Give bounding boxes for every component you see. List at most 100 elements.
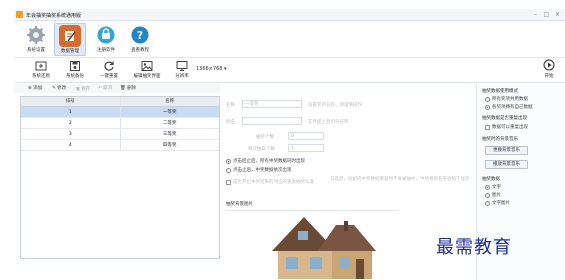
reveal-sequential-label: 点击止后，中奖数据依次出现 — [233, 168, 292, 173]
edit-button[interactable]: ✎ 修改 — [52, 85, 66, 91]
cell-number: 3 — [68, 132, 72, 137]
change-music-button[interactable]: 更换背景音乐 — [485, 146, 528, 155]
save-button[interactable]: 🖫 保存 — [76, 85, 90, 93]
play-icon — [543, 59, 555, 71]
radio-dot — [485, 200, 490, 206]
prize-table: 排号 名称 1 一等奖 2 二等奖 3 三等奖 4 四等奖 — [20, 96, 220, 259]
tab-label: 数据管理 — [61, 49, 79, 54]
repeat-rule-hint: 勾选后，同组内中奖数据重复时不会被抽中，中奖者的名字会如下显示 — [330, 177, 470, 182]
data-text-radio[interactable]: 文字 — [485, 184, 501, 190]
repeat-rule-checkbox[interactable]: 是否开启中奖结果的对应的重复抽奖标准 — [226, 179, 314, 185]
window-title: 年会抽奖抽奖系统通用版 — [26, 13, 82, 19]
duplicate-title: 抽奖数据是否重复出现 — [482, 116, 527, 121]
radio-dot — [485, 104, 490, 110]
background-image-title: 抽奖背景图片 — [226, 202, 253, 207]
per-draw-stepper[interactable]: 1 — [288, 144, 324, 152]
table-row[interactable]: 4 四等奖 — [21, 140, 219, 151]
watermark-text: 最需教育 — [436, 237, 512, 258]
mode-shared-label: 所有奖项共用数据 — [492, 97, 528, 102]
toolbar-label: 一键重置 — [100, 74, 118, 79]
radio-dot — [485, 184, 490, 190]
cancel-button[interactable]: ↶ 取消 — [98, 85, 112, 91]
alias-label: 别名 — [226, 120, 235, 125]
per-draw-label: 每次抽取个数 — [248, 147, 275, 152]
resolution-button[interactable]: 分辨率 — [170, 59, 194, 82]
toolbar-label: 分辨率 — [175, 74, 189, 79]
column-header-number[interactable]: 排号 — [21, 97, 120, 106]
table-header: 排号 名称 — [21, 97, 219, 107]
table-row[interactable]: 3 三等奖 — [21, 129, 219, 140]
name-hint: 设置奖项名称，请谨慎操作 — [308, 103, 362, 108]
help-icon: ? — [129, 24, 151, 46]
name-label: 名称 — [226, 103, 235, 108]
duplicate-label: 数据可以重复出现 — [492, 125, 528, 130]
add-button[interactable]: ⊕ 添加 — [28, 85, 42, 91]
cell-name: 一等奖 — [119, 107, 220, 117]
tab-label: 系统设置 — [27, 48, 45, 53]
play-music-button[interactable]: 播放背景音乐 — [485, 160, 528, 169]
tab-data-management[interactable]: 数据管理 — [54, 23, 86, 56]
alias-input[interactable] — [242, 117, 302, 125]
music-title: 抽奖时的背景音乐 — [482, 137, 518, 142]
title-bar: 年会抽奖抽奖系统通用版 – □ × — [14, 9, 565, 21]
delete-button[interactable]: 🗑 删除 — [120, 85, 136, 91]
close-button[interactable]: × — [554, 11, 561, 18]
data-type-title: 抽奖数据 — [482, 177, 500, 182]
checkbox-box — [226, 179, 231, 185]
radio-dot — [485, 192, 490, 198]
maximize-button[interactable]: □ — [543, 11, 550, 18]
toolbar-label: 编辑抽奖界面 — [133, 74, 161, 79]
table-empty-area — [21, 151, 219, 258]
cell-number: 4 — [68, 143, 72, 148]
resolution-select[interactable]: 1366×768 ▾ — [196, 66, 227, 72]
mode-own-radio[interactable]: 各奖项拥有自己数据 — [485, 104, 533, 110]
reset-button[interactable]: 一键重置 — [94, 59, 124, 82]
tab-label: 注册软件 — [97, 48, 115, 53]
tab-register[interactable]: 注册软件 — [90, 23, 122, 56]
register-icon — [95, 24, 117, 46]
reset-icon — [103, 60, 115, 72]
draw-count-stepper[interactable]: 0 — [288, 132, 324, 140]
tab-tutorial[interactable]: ? 查看教程 — [124, 23, 156, 56]
mode-shared-radio[interactable]: 所有奖项共用数据 — [485, 96, 528, 102]
name-input[interactable]: 一等奖 — [242, 100, 302, 108]
data-text-label: 文字 — [492, 185, 501, 190]
data-image-radio[interactable]: 图片 — [485, 192, 501, 198]
toolbar-label: 系统还原 — [32, 74, 50, 79]
cell-name: 二等奖 — [119, 118, 220, 128]
radio-dot — [226, 158, 231, 164]
tab-system-settings[interactable]: 系统设置 — [20, 23, 52, 56]
edit-draw-ui-button[interactable]: 编辑抽奖界面 — [128, 59, 166, 82]
radio-dot — [226, 167, 231, 173]
minimize-button[interactable]: – — [532, 11, 539, 18]
reveal-all-radio[interactable]: 点击后止后，所有中奖数据同时出现 — [226, 158, 305, 164]
table-row[interactable]: 2 二等奖 — [21, 118, 219, 129]
image-icon — [141, 60, 153, 72]
toolbar-label: 系统备份 — [66, 74, 84, 79]
toolbar: 系统还原 系统备份 一键重置 编辑抽奖界面 分辨率 1366×768 ▾ 开始 — [14, 58, 565, 83]
ribbon: 系统设置 数据管理 注册软件 ? 查看教程 — [14, 21, 565, 58]
cell-number: 1 — [68, 110, 72, 115]
restore-button[interactable]: 系统还原 — [26, 59, 56, 82]
alias-hint: 在界面上显示的名称 — [308, 120, 349, 125]
column-header-name[interactable]: 名称 — [119, 97, 220, 106]
reveal-sequential-radio[interactable]: 点击止后，中奖数据依次出现 — [226, 167, 292, 173]
mode-own-label: 各奖项拥有自己数据 — [492, 105, 533, 110]
house-preview-image — [226, 211, 398, 280]
backup-button[interactable]: 系统备份 — [60, 59, 90, 82]
gear-icon — [25, 24, 47, 46]
tab-label: 查看教程 — [131, 48, 149, 53]
data-text-image-label: 文字图片 — [492, 201, 510, 206]
background-image-area[interactable] — [226, 210, 398, 280]
cell-name: 三等奖 — [119, 129, 220, 139]
radio-dot — [485, 96, 490, 102]
checkbox-box — [485, 124, 490, 130]
cell-name: 四等奖 — [119, 140, 220, 150]
reveal-all-label: 点击后止后，所有中奖数据同时出现 — [233, 159, 305, 164]
duplicate-checkbox[interactable]: 数据可以重复出现 — [485, 124, 528, 130]
data-text-image-radio[interactable]: 文字图片 — [485, 200, 510, 206]
table-row[interactable]: 1 一等奖 — [21, 107, 219, 118]
restore-icon — [35, 60, 47, 72]
start-button[interactable]: 开始 — [538, 59, 560, 82]
app-logo-icon — [16, 11, 23, 18]
